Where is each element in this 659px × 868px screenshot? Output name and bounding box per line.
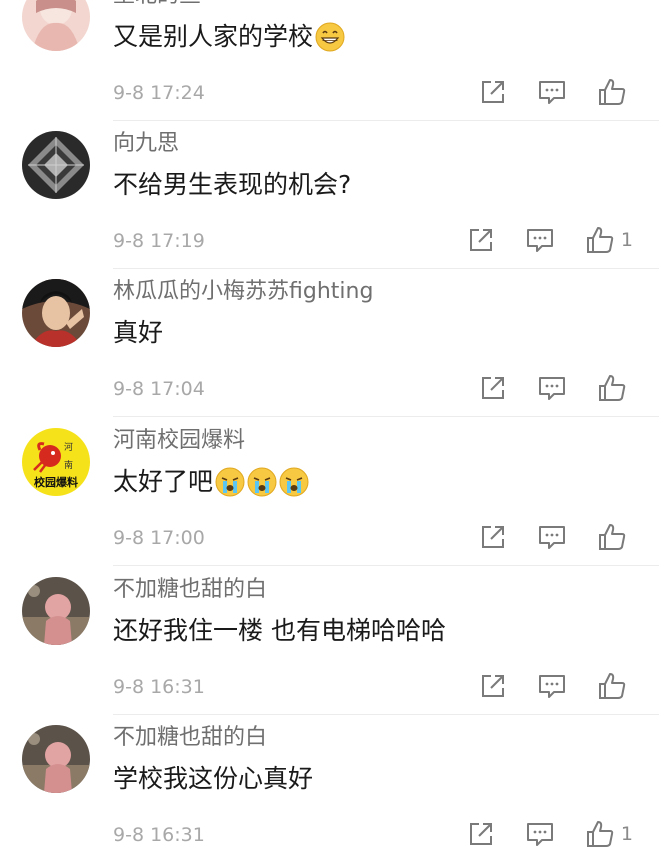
thumbs-up-icon xyxy=(586,821,614,847)
like-button[interactable] xyxy=(597,74,633,110)
comment-text: 真好 xyxy=(113,317,163,349)
repost-button[interactable] xyxy=(467,222,495,258)
timestamp: 9-8 17:04 xyxy=(113,378,205,400)
comment-icon xyxy=(539,377,565,400)
comment-item: 墨北的鱼 又是别人家的学校 9-8 17:24 xyxy=(0,0,659,121)
repost-button[interactable] xyxy=(467,816,495,852)
comment-item: 不加糖也甜的白 还好我住一楼 也有电梯哈哈哈 9-8 16:31 xyxy=(0,567,659,715)
comment-text: 不给男生表现的机会? xyxy=(113,169,351,201)
timestamp: 9-8 17:19 xyxy=(113,230,205,252)
comment-item: 不加糖也甜的白 学校我这份心真好 9-8 16:31 1 xyxy=(0,715,659,863)
comment-text-body: 太好了吧 xyxy=(113,467,214,496)
like-button[interactable] xyxy=(597,519,633,555)
badge-char: 南 xyxy=(64,459,73,470)
username[interactable]: 墨北的鱼 xyxy=(113,0,201,11)
badge-text: 校园爆料 xyxy=(34,475,78,489)
share-icon xyxy=(469,823,492,845)
username[interactable]: 向九思 xyxy=(113,129,179,159)
like-button[interactable]: 1 xyxy=(585,222,633,258)
thumbs-up-icon xyxy=(599,673,626,699)
comment-item: 向九思 不给男生表现的机会? 9-8 17:19 1 xyxy=(0,121,659,269)
grin-emoji-icon xyxy=(315,22,345,52)
comment-icon xyxy=(539,526,565,549)
comment-item: 林瓜瓜的小梅苏苏fighting 真好 9-8 17:04 xyxy=(0,269,659,417)
comment-feed: 墨北的鱼 又是别人家的学校 9-8 17:24 xyxy=(0,0,659,868)
share-icon xyxy=(482,377,504,399)
crying-emoji-icon xyxy=(215,467,245,497)
comment-text: 还好我住一楼 也有电梯哈哈哈 xyxy=(113,615,446,647)
reply-button[interactable] xyxy=(537,370,567,406)
username[interactable]: 不加糖也甜的白 xyxy=(113,575,267,605)
thumbs-up-icon xyxy=(586,227,614,253)
comment-icon xyxy=(526,229,553,252)
reply-button[interactable] xyxy=(525,222,555,258)
crying-emoji-icon xyxy=(247,467,277,497)
comment-item: 河 南 校园爆料 河南校园爆料 太好了吧 9-8 17:00 xyxy=(0,418,659,566)
comment-icon xyxy=(526,823,553,846)
avatar[interactable] xyxy=(22,279,90,347)
thumbs-up-icon xyxy=(599,375,626,401)
comment-text-body: 不给男生表现的机会? xyxy=(113,170,352,199)
badge-char: 河 xyxy=(64,441,73,452)
comment-text-body: 真好 xyxy=(113,318,164,347)
comment-text-body: 还好我住一楼 也有电梯哈哈哈 xyxy=(113,616,446,645)
thumbs-up-icon xyxy=(599,79,626,105)
avatar[interactable] xyxy=(22,725,90,793)
divider xyxy=(113,416,659,417)
share-icon xyxy=(482,81,504,103)
timestamp: 9-8 17:24 xyxy=(113,82,205,104)
repost-button[interactable] xyxy=(479,370,507,406)
share-icon xyxy=(482,675,504,697)
username[interactable]: 林瓜瓜的小梅苏苏fighting xyxy=(113,277,373,307)
comment-text-body: 又是别人家的学校 xyxy=(113,22,314,51)
avatar[interactable] xyxy=(22,131,90,199)
reply-button[interactable] xyxy=(537,74,567,110)
comment-text: 学校我这份心真好 xyxy=(113,763,313,795)
avatar[interactable] xyxy=(22,577,90,645)
comment-text-body: 学校我这份心真好 xyxy=(113,764,314,793)
avatar[interactable]: 河 南 校园爆料 xyxy=(22,428,90,496)
action-bar xyxy=(449,668,633,704)
repost-button[interactable] xyxy=(479,74,507,110)
reply-button[interactable] xyxy=(537,519,567,555)
username[interactable]: 河南校园爆料 xyxy=(113,426,245,456)
action-bar xyxy=(449,370,633,406)
like-button[interactable] xyxy=(597,370,633,406)
avatar[interactable] xyxy=(22,0,90,51)
timestamp: 9-8 17:00 xyxy=(113,527,205,549)
reply-button[interactable] xyxy=(525,816,555,852)
comment-icon xyxy=(539,675,565,698)
crying-emoji-icon xyxy=(279,467,309,497)
repost-button[interactable] xyxy=(479,668,507,704)
share-icon xyxy=(482,526,504,548)
timestamp: 9-8 16:31 xyxy=(113,676,205,698)
like-button[interactable] xyxy=(597,668,633,704)
comment-icon xyxy=(539,81,565,104)
thumbs-up-icon xyxy=(599,524,626,550)
reply-button[interactable] xyxy=(537,668,567,704)
action-bar: 1 xyxy=(437,222,633,258)
like-count: 1 xyxy=(620,823,633,845)
action-bar xyxy=(449,519,633,555)
repost-button[interactable] xyxy=(479,519,507,555)
action-bar: 1 xyxy=(437,816,633,852)
share-icon xyxy=(469,229,492,251)
action-bar xyxy=(449,74,633,110)
like-count: 1 xyxy=(620,229,633,251)
comment-text: 太好了吧 xyxy=(113,466,309,498)
username[interactable]: 不加糖也甜的白 xyxy=(113,723,267,753)
like-button[interactable]: 1 xyxy=(585,816,633,852)
divider xyxy=(113,565,659,566)
timestamp: 9-8 16:31 xyxy=(113,824,205,846)
comment-text: 又是别人家的学校 xyxy=(113,21,345,53)
